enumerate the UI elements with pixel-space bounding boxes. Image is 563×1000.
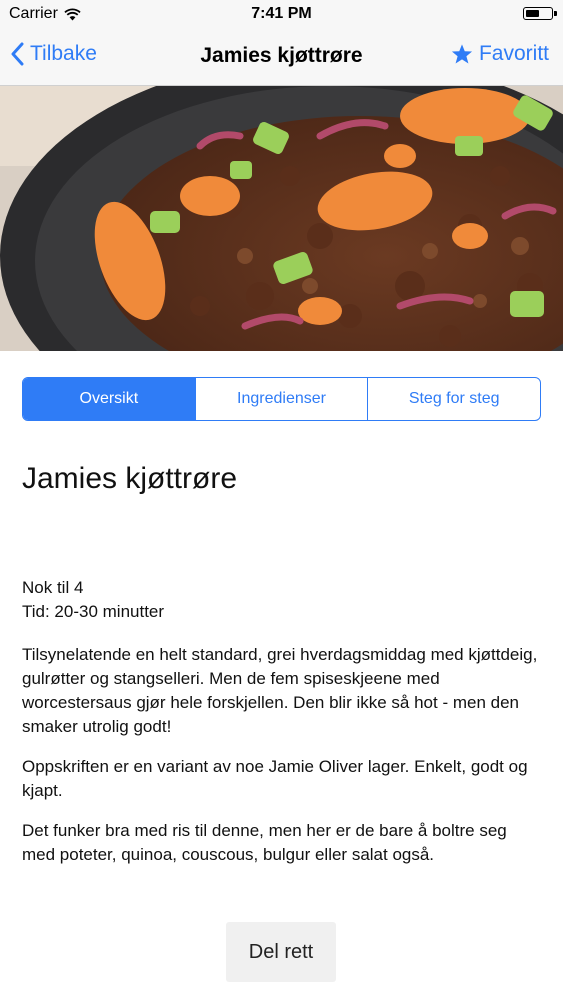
description-paragraph: Tilsynelatende en helt standard, grei hv… bbox=[22, 645, 538, 736]
status-bar: Carrier 7:41 PM bbox=[0, 0, 563, 28]
back-button[interactable]: Tilbake bbox=[10, 42, 97, 66]
back-label: Tilbake bbox=[30, 42, 97, 65]
recipe-title: Jamies kjøttrøre bbox=[22, 462, 238, 495]
star-icon bbox=[451, 44, 473, 64]
recipe-meta: Nok til 4 Tid: 20-30 minutter bbox=[22, 576, 164, 624]
navigation-bar: Tilbake Jamies kjøttrøre Favoritt bbox=[0, 28, 563, 86]
share-recipe-button[interactable]: Del rett bbox=[226, 922, 336, 982]
tab-step-by-step[interactable]: Steg for steg bbox=[367, 378, 540, 420]
section-tabs: Oversikt Ingredienser Steg for steg bbox=[22, 377, 541, 421]
status-time: 7:41 PM bbox=[251, 5, 312, 22]
tab-ingredients[interactable]: Ingredienser bbox=[194, 378, 368, 420]
recipe-photo bbox=[0, 86, 563, 351]
cooking-time-text: Tid: 20-30 minutter bbox=[22, 602, 165, 621]
tab-overview[interactable]: Oversikt bbox=[23, 378, 195, 420]
favorite-label: Favoritt bbox=[478, 42, 549, 65]
chevron-left-icon bbox=[11, 42, 24, 66]
favorite-button[interactable]: Favoritt bbox=[451, 42, 549, 66]
description-paragraph: Det funker bra med ris til denne, men he… bbox=[22, 821, 507, 864]
recipe-description: Tilsynelatende en helt standard, grei hv… bbox=[22, 643, 542, 883]
servings-text: Nok til 4 bbox=[22, 578, 84, 597]
description-paragraph: Oppskriften er en variant av noe Jamie O… bbox=[22, 757, 528, 800]
battery-icon bbox=[523, 7, 557, 20]
